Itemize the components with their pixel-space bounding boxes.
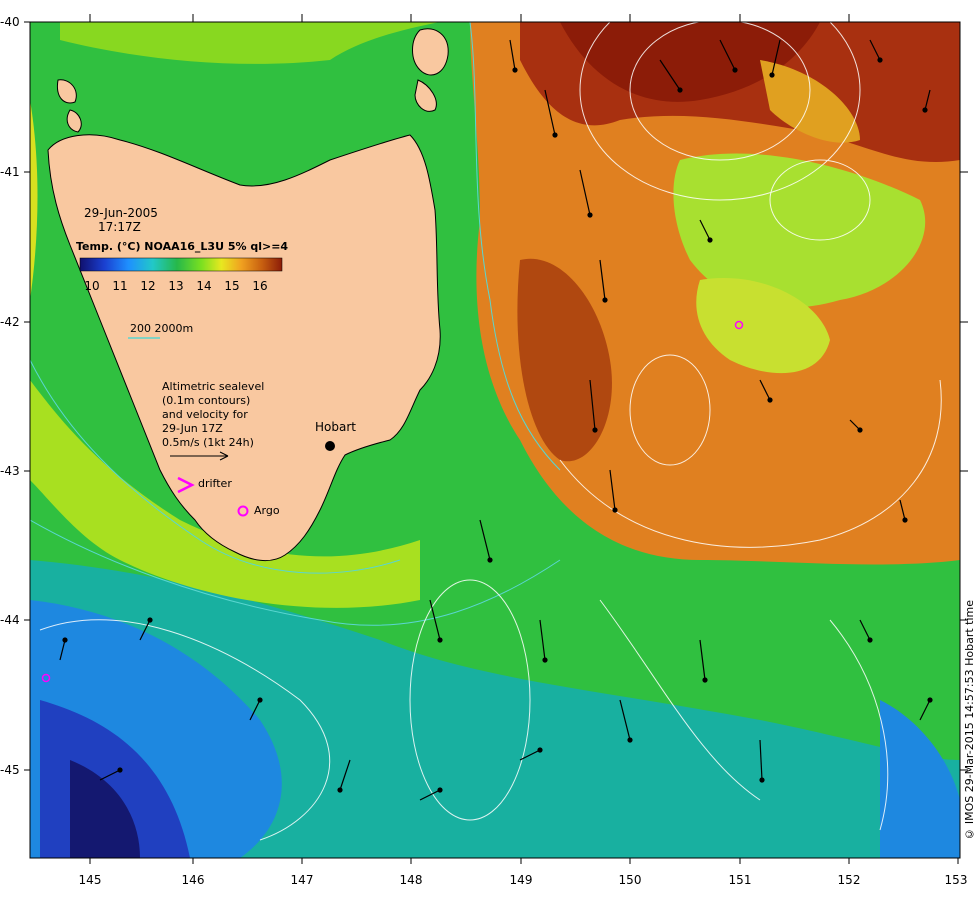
- lon-label: 153: [945, 873, 968, 887]
- lat-label: -43: [0, 464, 20, 478]
- lon-label: 152: [838, 873, 861, 887]
- argo-label: Argo: [254, 504, 280, 517]
- lon-label: 151: [729, 873, 752, 887]
- sst-map: -40 -41 -42 -43 -44 -45 145 146 147 148 …: [0, 14, 968, 887]
- lon-label: 145: [79, 873, 102, 887]
- colorbar: [79, 257, 283, 272]
- colorbar-tick: 13: [168, 279, 183, 293]
- colorbar-tick: 14: [196, 279, 211, 293]
- drifter-label: drifter: [198, 477, 232, 490]
- lat-label: -40: [0, 15, 20, 29]
- isobath-label: 200 2000m: [130, 322, 193, 335]
- legend-date: 29-Jun-2005: [84, 206, 158, 220]
- lon-label: 147: [291, 873, 314, 887]
- lat-label: -45: [0, 763, 20, 777]
- lat-label: -42: [0, 315, 20, 329]
- colorbar-tick: 16: [252, 279, 267, 293]
- lon-label: 146: [182, 873, 205, 887]
- city-dot-icon: [325, 441, 335, 451]
- colorbar-tick: 15: [224, 279, 239, 293]
- altimetry-line: Altimetric sealevel: [162, 380, 264, 393]
- altimetry-line: (0.1m contours): [162, 394, 250, 407]
- altimetry-line: 0.5m/s (1kt 24h): [162, 436, 254, 449]
- legend-product-title: Temp. (°C) NOAA16_L3U 5% ql>=4: [76, 240, 288, 253]
- lon-label: 150: [619, 873, 642, 887]
- colorbar-tick: 10: [84, 279, 99, 293]
- lon-label: 148: [400, 873, 423, 887]
- lat-label: -41: [0, 165, 20, 179]
- legend-time: 17:17Z: [98, 220, 141, 234]
- lat-axis-labels: -40 -41 -42 -43 -44 -45: [0, 15, 20, 777]
- altimetry-line: 29-Jun 17Z: [162, 422, 223, 435]
- altimetry-line: and velocity for: [162, 408, 248, 421]
- lon-axis-labels: 145 146 147 148 149 150 151 152 153: [79, 873, 968, 887]
- lat-label: -44: [0, 613, 20, 627]
- colorbar-tick: 11: [112, 279, 127, 293]
- colorbar-tick: 12: [140, 279, 155, 293]
- credit-text: © IMOS 29-Mar-2015 14:57:53 Hobart time: [963, 600, 976, 841]
- lon-label: 149: [510, 873, 533, 887]
- city-label: Hobart: [315, 420, 356, 434]
